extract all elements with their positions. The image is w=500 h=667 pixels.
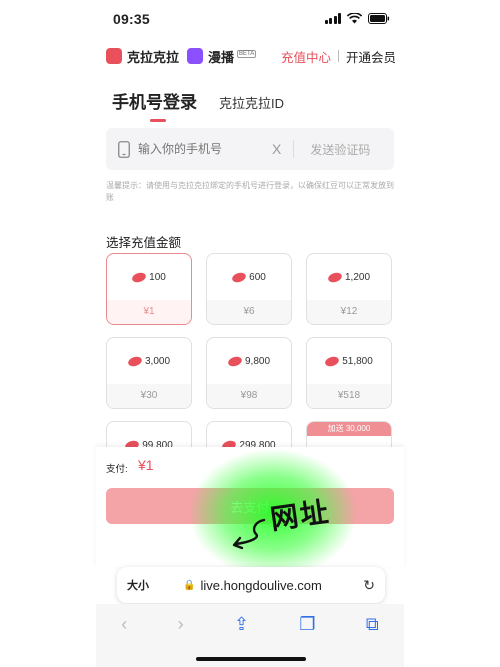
cellular-signal-icon (324, 13, 341, 24)
package-price: ¥12 (307, 300, 391, 324)
header-links: 充值中心 开通会员 (281, 47, 396, 66)
phone-number-input[interactable] (138, 142, 258, 156)
package-price: ¥518 (307, 384, 391, 408)
red-bean-icon (231, 271, 248, 284)
package-beans: 51,800 (342, 356, 373, 367)
beta-badge: BETA (237, 49, 257, 58)
package-price: ¥98 (207, 384, 291, 408)
browser-toolbar: ‹ › ⇪ ❐ ⧉ (96, 604, 404, 667)
package-price: ¥1 (107, 300, 191, 324)
status-bar: 09:35 (0, 0, 500, 40)
tab-kela-id[interactable]: 克拉克拉ID (219, 93, 284, 112)
red-bean-icon (326, 271, 344, 284)
home-indicator (196, 657, 306, 661)
red-bean-icon (131, 271, 148, 284)
package-beans: 3,000 (144, 356, 171, 367)
tab-phone-login-label: 手机号登录 (112, 93, 197, 112)
kela-logo[interactable]: 克拉克拉 (106, 47, 179, 66)
phone-input-box: X 发送验证码 (106, 128, 394, 170)
select-amount-label: 选择充值金额 (106, 236, 182, 250)
url-annotation: 网址 (268, 494, 333, 537)
battery-icon (368, 13, 390, 24)
input-divider (293, 140, 295, 158)
login-hint: 温馨提示：请使用与克拉克拉绑定的手机号进行登录，以确保红豆可以正常发放到账 (106, 181, 394, 202)
package-price: ¥6 (207, 300, 291, 324)
red-bean-icon (324, 355, 341, 368)
manbo-name: 漫播 (208, 49, 235, 65)
pay-amount: ¥1 (138, 457, 154, 473)
lock-icon: 🔒 (183, 579, 196, 591)
package-price: ¥30 (107, 384, 191, 408)
forward-icon[interactable]: › (178, 614, 184, 635)
kela-name: 克拉克拉 (127, 49, 180, 65)
wifi-icon (347, 13, 362, 24)
pay-label: 支付: (106, 464, 128, 475)
package-card[interactable]: 3,000 ¥30 (106, 337, 192, 409)
package-amount: 51,800 (307, 355, 391, 368)
active-tab-indicator (150, 119, 166, 122)
package-card[interactable]: 100 ¥1 (106, 253, 192, 325)
text-size-button[interactable]: 大小 (127, 577, 149, 593)
url-text[interactable]: live.hongdoulive.com (200, 578, 321, 593)
send-code-button[interactable]: 发送验证码 (310, 141, 370, 158)
package-amount: 1,200 (307, 271, 391, 284)
phone-icon (118, 140, 130, 158)
red-bean-icon (226, 355, 244, 368)
header-divider (337, 50, 339, 62)
share-icon[interactable]: ⇪ (234, 614, 249, 635)
status-time: 09:35 (113, 11, 150, 27)
bonus-badge: 加送 30,000 (307, 422, 391, 436)
clear-icon[interactable]: X (272, 141, 281, 157)
package-card[interactable]: 9,800 ¥98 (206, 337, 292, 409)
recharge-center-link[interactable]: 充值中心 (281, 47, 331, 66)
login-tabs: 手机号登录 克拉克拉ID (112, 88, 284, 122)
package-amount: 600 (207, 271, 291, 284)
bookmarks-icon[interactable]: ❐ (299, 614, 315, 635)
browser-address-bar[interactable]: 大小 🔒 live.hongdoulive.com ↻ (117, 567, 385, 603)
curved-arrow-icon (232, 518, 266, 550)
back-icon[interactable]: ‹ (121, 614, 127, 635)
package-amount: 9,800 (207, 355, 291, 368)
manbo-logo-icon (187, 48, 204, 64)
kela-logo-icon (106, 48, 122, 64)
red-bean-icon (126, 355, 144, 368)
package-beans: 9,800 (244, 356, 271, 367)
reload-icon[interactable]: ↻ (363, 577, 375, 594)
package-card[interactable]: 51,800 ¥518 (306, 337, 392, 409)
package-card[interactable]: 1,200 ¥12 (306, 253, 392, 325)
status-icons (324, 13, 391, 24)
tabs-icon[interactable]: ⧉ (366, 614, 379, 635)
package-amount: 100 (107, 271, 191, 284)
package-amount: 3,000 (107, 355, 191, 368)
tab-phone-login[interactable]: 手机号登录 (112, 88, 197, 122)
manbo-logo[interactable]: 漫播 BETA (187, 47, 257, 66)
package-card[interactable]: 600 ¥6 (206, 253, 292, 325)
brand-header: 克拉克拉 漫播 BETA 充值中心 开通会员 (106, 42, 396, 70)
vip-link[interactable]: 开通会员 (346, 47, 396, 66)
package-beans: 1,200 (344, 272, 371, 283)
package-beans: 600 (249, 272, 266, 283)
package-beans: 100 (149, 272, 166, 283)
